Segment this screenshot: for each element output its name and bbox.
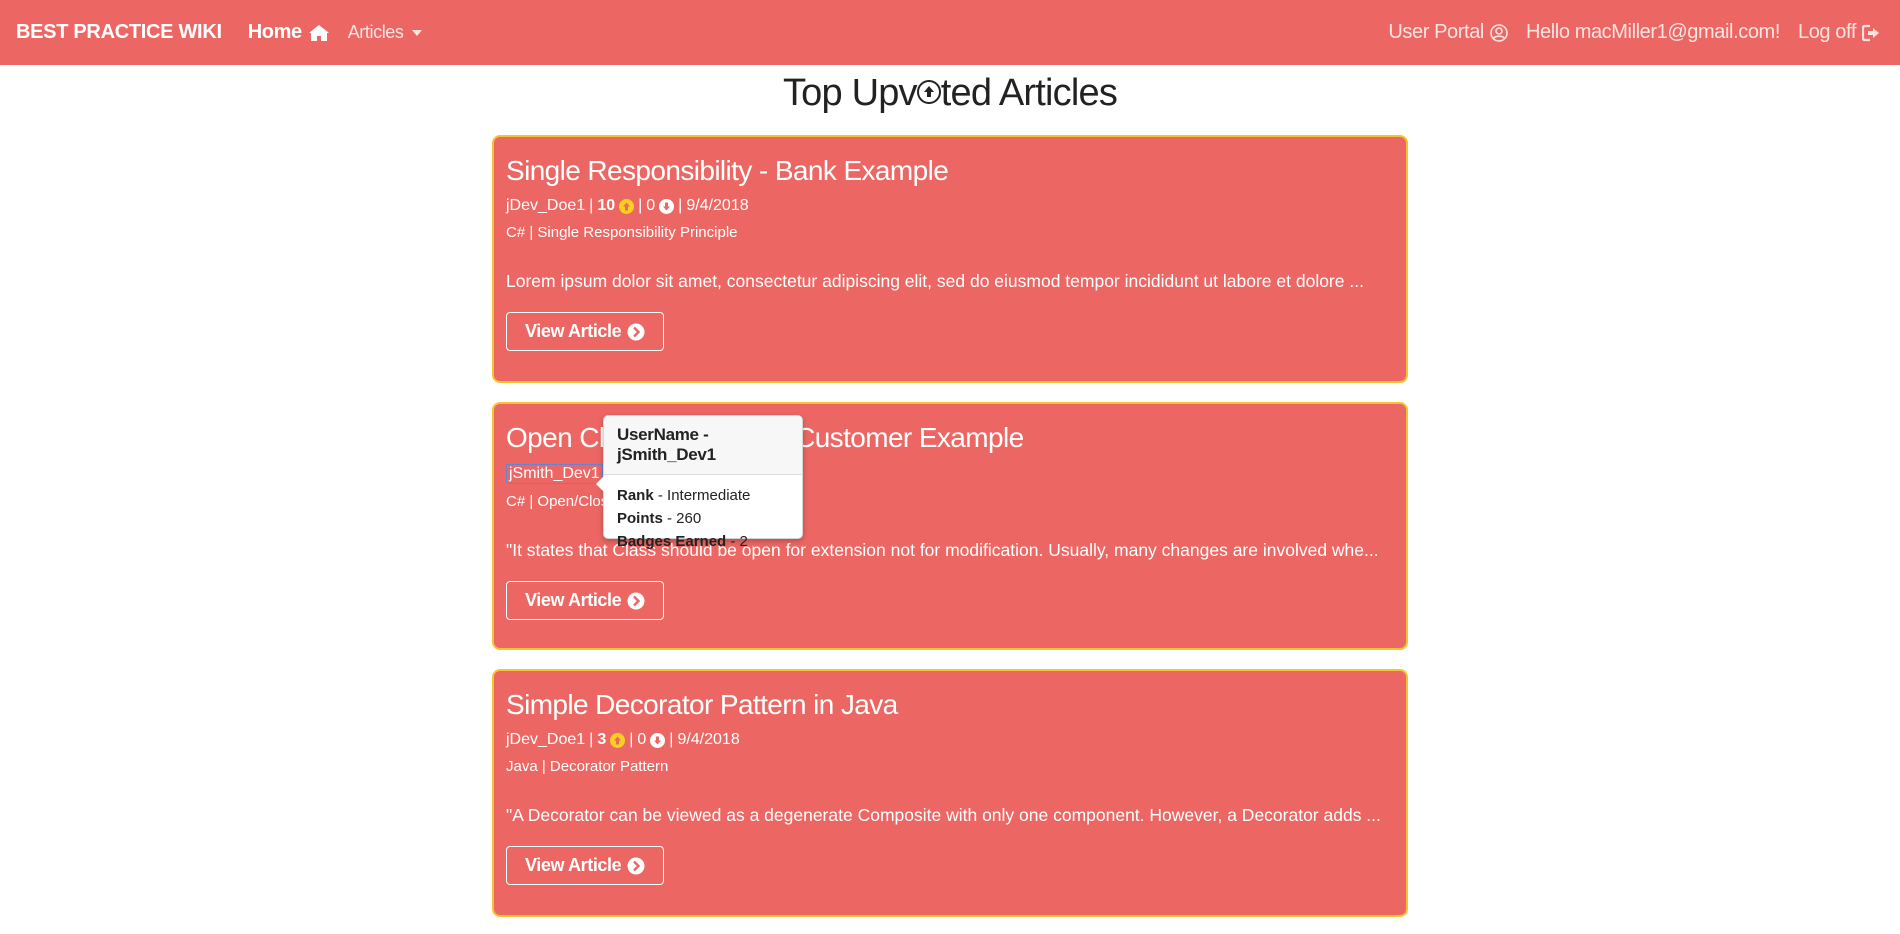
article-excerpt: "A Decorator can be viewed as a degenera… (506, 805, 1381, 825)
article-date: 9/4/2018 (686, 197, 749, 214)
downvote-icon (659, 198, 675, 214)
article-meta: jDev_Doe1 | 10 | 0 | 9/4/2018 (506, 197, 1394, 215)
navbar: BEST PRACTICE WIKI Home Articles User Po… (0, 0, 1900, 65)
upvote-count: 3 (597, 731, 607, 748)
article-author[interactable]: jSmith_Dev1 (506, 464, 603, 484)
meta-separator: | (589, 197, 594, 214)
downvote-count: 0 (637, 731, 647, 748)
upvote-icon (619, 198, 635, 214)
article-tags: Java | Decorator Pattern (506, 758, 669, 775)
article-card: Single Responsibility - Bank Example jDe… (492, 135, 1408, 383)
article-tags: C# | Single Responsibility Principle (506, 224, 738, 241)
nav-articles-label: Articles (347, 22, 404, 42)
home-icon (308, 24, 329, 41)
nav-right-group: User Portal Hello macMiller1@gmail.com! … (1388, 21, 1884, 44)
user-popover: UserName - jSmith_Dev1 Rank - Intermedia… (596, 415, 803, 550)
points-label: Points (617, 510, 663, 527)
popover-body: Rank - Intermediate Points - 260 Badges … (604, 475, 802, 562)
view-article-button[interactable]: View Article (506, 312, 665, 351)
meta-separator: | (678, 197, 683, 214)
page-title-part1: Top Upv (782, 72, 918, 114)
popover-arrow (596, 476, 604, 492)
badges-value: - 2 (730, 533, 748, 550)
article-date: 9/4/2018 (677, 731, 740, 748)
sign-out-icon (1862, 24, 1879, 41)
rank-value: - Intermediate (657, 487, 751, 504)
user-portal-label: User Portal (1388, 21, 1484, 43)
view-article-label: View Article (525, 321, 622, 341)
nav-home-label: Home (247, 21, 302, 43)
chevron-down-icon (411, 29, 422, 36)
article-author[interactable]: jDev_Doe1 (506, 731, 585, 749)
brand-link[interactable]: BEST PRACTICE WIKI (16, 21, 222, 44)
meta-separator: | (669, 731, 674, 748)
user-greeting[interactable]: Hello macMiller1@gmail.com! (1526, 21, 1780, 44)
chevron-circle-right-icon (627, 323, 645, 340)
points-value: - 260 (667, 510, 702, 527)
user-portal-link[interactable]: User Portal (1388, 21, 1508, 44)
view-article-label: View Article (525, 855, 622, 875)
rank-label: Rank (617, 487, 654, 504)
chevron-circle-right-icon (627, 592, 645, 609)
article-card: Simple Decorator Pattern in Java jDev_Do… (492, 669, 1408, 917)
downvote-icon (650, 732, 666, 748)
article-meta: jDev_Doe1 | 3 | 0 | 9/4/2018 (506, 731, 1394, 749)
popover-points: Points - 260 (617, 507, 789, 530)
article-excerpt: Lorem ipsum dolor sit amet, consectetur … (506, 271, 1364, 291)
meta-separator: | (638, 197, 643, 214)
arrow-up-circle-icon (916, 79, 941, 104)
badges-label: Badges Earned (617, 533, 727, 550)
article-title[interactable]: Simple Decorator Pattern in Java (506, 689, 1394, 721)
page-title: Top Upv ted Articles (0, 72, 1900, 115)
popover-header: UserName - jSmith_Dev1 (604, 416, 802, 475)
user-circle-icon (1490, 23, 1508, 42)
popover-badges: Badges Earned - 2 (617, 530, 789, 553)
view-article-button[interactable]: View Article (506, 581, 665, 620)
upvote-count: 10 (597, 197, 616, 214)
view-article-label: View Article (525, 590, 622, 610)
nav-home-link[interactable]: Home (248, 21, 330, 44)
upvote-icon (610, 732, 626, 748)
logoff-label: Log off (1797, 21, 1856, 43)
nav-articles-dropdown[interactable]: Articles (348, 22, 422, 43)
popover-rank: Rank - Intermediate (617, 484, 789, 507)
meta-separator: | (629, 731, 634, 748)
page-title-part2: ted Articles (940, 72, 1118, 114)
chevron-circle-right-icon (627, 857, 645, 874)
downvote-count: 0 (646, 197, 656, 214)
article-author[interactable]: jDev_Doe1 (506, 197, 585, 215)
logoff-link[interactable]: Log off (1798, 21, 1884, 44)
meta-separator: | (589, 731, 594, 748)
view-article-button[interactable]: View Article (506, 846, 665, 885)
article-title[interactable]: Single Responsibility - Bank Example (506, 155, 1394, 187)
